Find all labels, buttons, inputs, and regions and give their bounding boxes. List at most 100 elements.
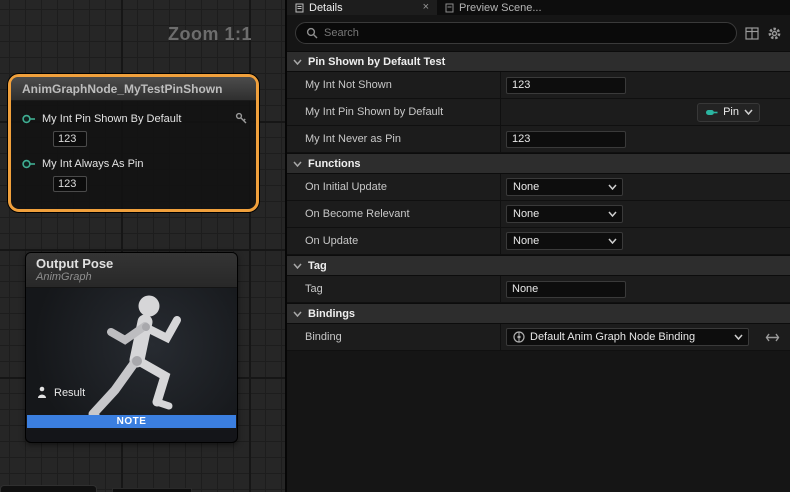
chevron-down-icon bbox=[734, 334, 743, 340]
section-header[interactable]: Bindings bbox=[287, 303, 790, 324]
property-row: My Int Pin Shown by Default Pin bbox=[287, 99, 790, 126]
binding-class-icon bbox=[513, 331, 525, 343]
property-label: My Int Never as Pin bbox=[287, 126, 500, 152]
property-value: None bbox=[500, 228, 790, 254]
bind-arrows-icon[interactable] bbox=[765, 332, 780, 343]
section-title: Pin Shown by Default Test bbox=[308, 56, 445, 68]
pin-button-label: Pin bbox=[723, 106, 739, 118]
property-value bbox=[500, 126, 790, 152]
int-input[interactable] bbox=[506, 77, 626, 94]
property-value bbox=[500, 276, 790, 302]
section-tag: Tag Tag bbox=[287, 255, 790, 303]
property-row: Tag bbox=[287, 276, 790, 303]
section-header[interactable]: Functions bbox=[287, 153, 790, 174]
dropdown-value: None bbox=[513, 181, 608, 193]
property-label: My Int Not Shown bbox=[287, 72, 500, 98]
property-label: On Initial Update bbox=[287, 174, 500, 200]
property-value: None bbox=[500, 174, 790, 200]
binding-dropdown[interactable]: Default Anim Graph Node Binding bbox=[506, 328, 749, 346]
function-dropdown[interactable]: None bbox=[506, 205, 623, 223]
dropdown-value: None bbox=[513, 208, 608, 220]
column-view-icon[interactable] bbox=[745, 27, 759, 40]
node-body: Result NOTE bbox=[26, 288, 237, 430]
dropdown-value: None bbox=[513, 235, 608, 247]
settings-gear-icon[interactable] bbox=[767, 26, 782, 41]
property-label: On Become Relevant bbox=[287, 201, 500, 227]
property-label: My Int Pin Shown by Default bbox=[287, 99, 500, 125]
section-bindings: Bindings Binding Default Anim Graph Node… bbox=[287, 303, 790, 351]
property-label: Tag bbox=[287, 276, 500, 302]
pin-value-input[interactable] bbox=[53, 131, 87, 147]
property-row: My Int Never as Pin bbox=[287, 126, 790, 153]
zoom-level-label: Zoom 1:1 bbox=[168, 24, 252, 45]
details-panel: Details × Preview Scene... bbox=[287, 0, 790, 492]
result-pin-row[interactable]: Result bbox=[36, 386, 85, 399]
dropdown-value: Default Anim Graph Node Binding bbox=[530, 331, 729, 343]
section-title: Functions bbox=[308, 158, 361, 170]
int-input[interactable] bbox=[506, 131, 626, 148]
pin-value-input[interactable] bbox=[53, 176, 87, 192]
partial-node[interactable] bbox=[112, 488, 192, 492]
property-row: On Update None bbox=[287, 228, 790, 255]
search-box[interactable] bbox=[295, 22, 737, 44]
search-input[interactable] bbox=[324, 27, 726, 39]
section-functions: Functions On Initial Update None On Beco… bbox=[287, 153, 790, 255]
search-icon bbox=[306, 27, 318, 39]
chevron-down-icon bbox=[608, 184, 617, 190]
details-empty-area bbox=[287, 351, 790, 492]
pin-label: My Int Always As Pin bbox=[42, 158, 248, 170]
mannequin-image bbox=[71, 288, 221, 430]
anim-graph-editor[interactable]: Zoom 1:1 AnimGraphNode_MyTestPinShown My… bbox=[0, 0, 286, 492]
note-banner[interactable]: NOTE bbox=[27, 415, 236, 428]
tab-label: Preview Scene... bbox=[459, 2, 542, 14]
pin-dropdown-button[interactable]: Pin bbox=[697, 103, 760, 122]
pose-pin-icon[interactable] bbox=[36, 386, 48, 399]
details-toolbar bbox=[287, 15, 790, 51]
function-dropdown[interactable]: None bbox=[506, 178, 623, 196]
node-title[interactable]: AnimGraphNode_MyTestPinShown bbox=[11, 77, 256, 101]
property-row: On Become Relevant None bbox=[287, 201, 790, 228]
property-row: My Int Not Shown bbox=[287, 72, 790, 99]
section-pin-shown-by-default-test: Pin Shown by Default Test My Int Not Sho… bbox=[287, 51, 790, 153]
node-subtitle: AnimGraph bbox=[36, 271, 227, 283]
pin-row: My Int Pin Shown By Default bbox=[21, 112, 248, 125]
int-pin-icon[interactable] bbox=[21, 113, 36, 125]
chevron-down-icon bbox=[608, 211, 617, 217]
section-title: Tag bbox=[308, 260, 327, 272]
section-header[interactable]: Tag bbox=[287, 255, 790, 276]
chevron-down-icon bbox=[293, 59, 302, 65]
chevron-down-icon bbox=[293, 311, 302, 317]
tab-label: Details bbox=[309, 2, 343, 14]
tab-details[interactable]: Details × bbox=[287, 0, 437, 15]
chevron-down-icon bbox=[293, 161, 302, 167]
property-row: Binding Default Anim Graph Node Binding bbox=[287, 324, 790, 351]
anim-graph-test-node[interactable]: AnimGraphNode_MyTestPinShown My Int Pin … bbox=[8, 74, 259, 212]
int-pin-icon[interactable] bbox=[21, 158, 36, 170]
function-dropdown[interactable]: None bbox=[506, 232, 623, 250]
property-value: Pin bbox=[500, 99, 790, 125]
property-label: Binding bbox=[287, 324, 500, 350]
node-title: Output Pose bbox=[36, 256, 227, 271]
property-row: On Initial Update None bbox=[287, 174, 790, 201]
tag-input[interactable] bbox=[506, 281, 626, 298]
close-icon[interactable]: × bbox=[423, 2, 429, 13]
preview-tab-icon bbox=[445, 3, 454, 13]
pin-label: My Int Pin Shown By Default bbox=[42, 113, 235, 125]
output-pose-node[interactable]: Output Pose AnimGraph bbox=[25, 252, 238, 443]
key-icon[interactable] bbox=[235, 112, 248, 125]
property-label: On Update bbox=[287, 228, 500, 254]
partial-node[interactable] bbox=[0, 485, 97, 492]
tab-preview-scene[interactable]: Preview Scene... bbox=[437, 0, 550, 15]
chevron-down-icon bbox=[608, 238, 617, 244]
section-title: Bindings bbox=[308, 308, 355, 320]
chevron-down-icon bbox=[293, 263, 302, 269]
node-header[interactable]: Output Pose AnimGraph bbox=[26, 253, 237, 288]
pin-row: My Int Always As Pin bbox=[21, 158, 248, 170]
section-header[interactable]: Pin Shown by Default Test bbox=[287, 51, 790, 72]
tab-bar: Details × Preview Scene... bbox=[287, 0, 790, 15]
property-value bbox=[500, 72, 790, 98]
property-value: Default Anim Graph Node Binding bbox=[500, 324, 790, 350]
details-tab-icon bbox=[295, 3, 304, 13]
result-pin-label: Result bbox=[54, 387, 85, 399]
pin-icon bbox=[705, 108, 718, 117]
